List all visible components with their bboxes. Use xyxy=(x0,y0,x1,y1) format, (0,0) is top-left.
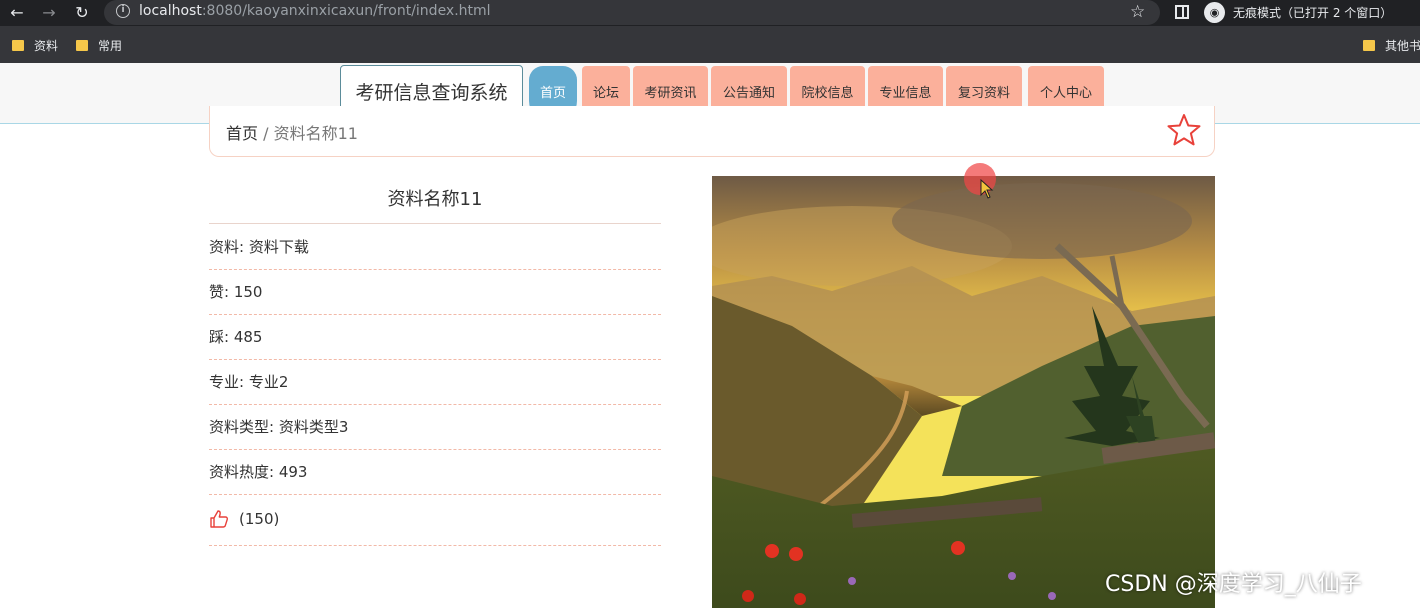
detail-row-dislikes: 踩: 485 xyxy=(209,315,661,360)
folder-icon xyxy=(1363,40,1375,51)
browser-toolbar: ← → ↻ i localhost:8080/kaoyanxinxicaxun/… xyxy=(0,0,1420,26)
favorite-star-icon[interactable] xyxy=(1166,112,1202,148)
breadcrumb-separator: / xyxy=(263,124,269,143)
detail-row-likes: 赞: 150 xyxy=(209,270,661,315)
breadcrumb: 首页 / 资料名称11 xyxy=(226,120,358,144)
breadcrumb-current: 资料名称11 xyxy=(273,124,358,143)
incognito-label: 无痕模式（已打开 2 个窗口） xyxy=(1233,6,1393,20)
bookmark-folder-changyong[interactable]: 常用 xyxy=(76,37,122,53)
bookmark-star-icon[interactable]: ☆ xyxy=(1130,2,1145,22)
detail-title: 资料名称11 xyxy=(209,176,661,224)
address-url: localhost:8080/kaoyanxinxicaxun/front/in… xyxy=(139,3,491,19)
bookmarks-bar: 资料 常用 其他书 xyxy=(0,26,1420,63)
folder-icon xyxy=(76,40,88,51)
side-panel-icon[interactable] xyxy=(1175,5,1189,19)
reload-icon[interactable]: ↻ xyxy=(72,3,92,23)
breadcrumb-bar: 首页 / 资料名称11 xyxy=(209,106,1215,157)
like-count: (150) xyxy=(239,510,280,528)
address-bar[interactable]: i localhost:8080/kaoyanxinxicaxun/front/… xyxy=(104,0,1160,25)
forward-arrow-icon[interactable]: → xyxy=(39,3,59,23)
breadcrumb-home[interactable]: 首页 xyxy=(226,124,258,143)
incognito-icon[interactable]: ◉ xyxy=(1204,2,1225,23)
back-arrow-icon[interactable]: ← xyxy=(7,3,27,23)
detail-row-major: 专业: 专业2 xyxy=(209,360,661,405)
detail-row-download[interactable]: 资料: 资料下载 xyxy=(209,225,661,270)
detail-row-type: 资料类型: 资料类型3 xyxy=(209,405,661,450)
thumbs-up-icon[interactable] xyxy=(209,509,229,529)
folder-icon xyxy=(12,40,24,51)
bookmark-folder-other[interactable]: 其他书 xyxy=(1363,37,1420,53)
site-info-icon[interactable]: i xyxy=(116,4,130,18)
like-row: (150) xyxy=(209,495,661,546)
resource-image xyxy=(712,176,1215,608)
detail-row-popularity: 资料热度: 493 xyxy=(209,450,661,495)
mouse-pointer-icon xyxy=(980,179,994,199)
watermark-text: CSDN @深度学习_八仙子 xyxy=(1105,572,1362,597)
bookmark-folder-ziliao[interactable]: 资料 xyxy=(12,37,58,53)
